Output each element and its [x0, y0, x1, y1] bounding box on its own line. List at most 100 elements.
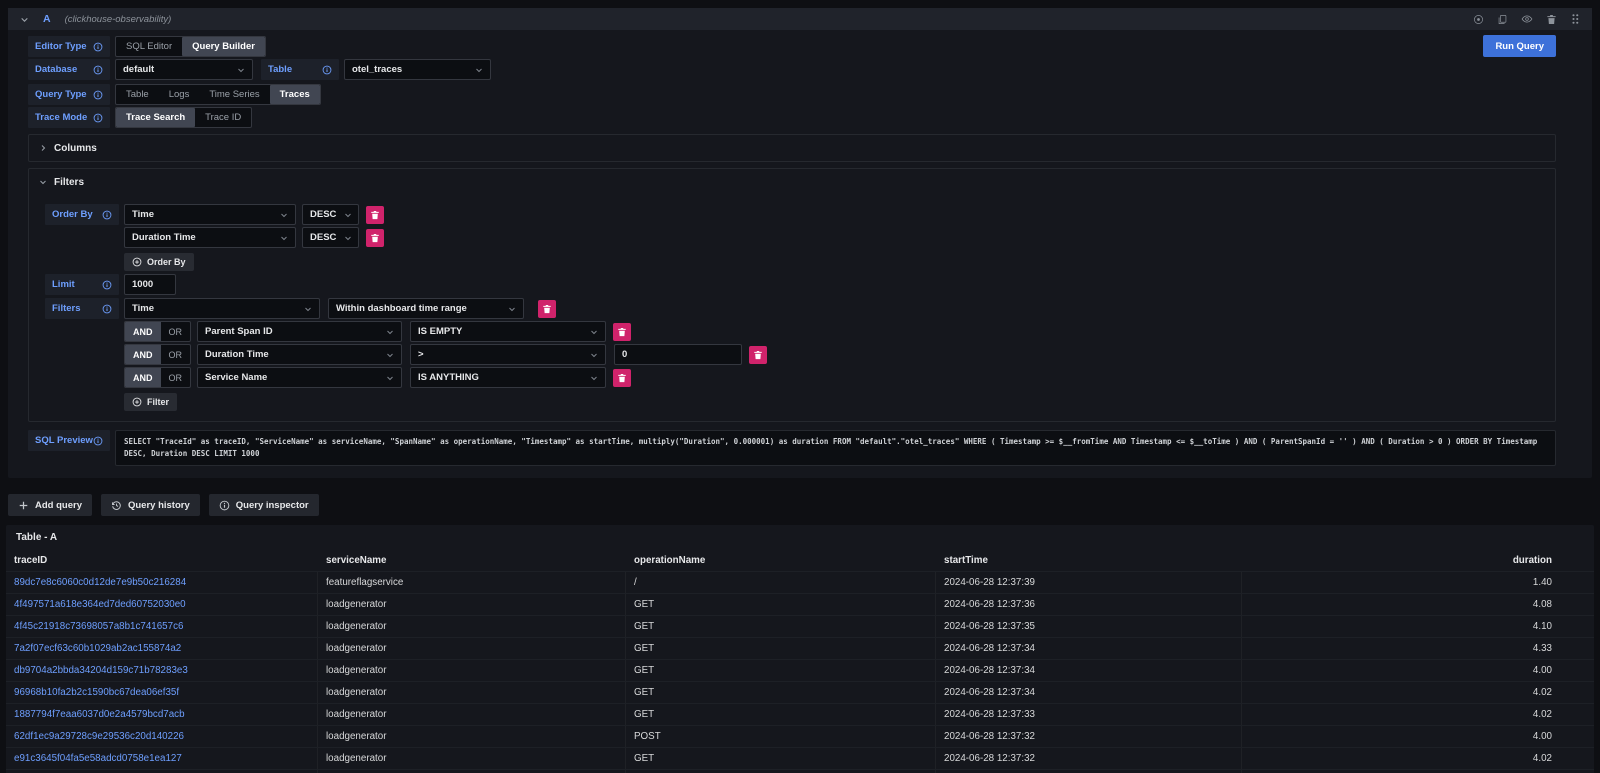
and-option[interactable]: AND: [125, 345, 161, 364]
filter-operator-select[interactable]: >: [410, 344, 606, 365]
duplicate-icon[interactable]: [1497, 14, 1508, 25]
trace-id-link[interactable]: db9704a2bbda34204d159c71b78283e3: [14, 665, 188, 676]
filter-field-select[interactable]: Service Name: [197, 367, 402, 388]
filters-section-header[interactable]: Filters: [39, 174, 1545, 190]
filter-field-select[interactable]: Parent Span ID: [197, 321, 402, 342]
trace-mode-option-id[interactable]: Trace ID: [195, 108, 251, 127]
filter-field-select[interactable]: Duration Time: [197, 344, 402, 365]
filter-condition-row: AND OR Service Name IS ANYTHING: [39, 367, 1545, 388]
order-by-label: Order By: [45, 204, 119, 225]
query-type-option-logs[interactable]: Logs: [159, 85, 200, 104]
or-option[interactable]: OR: [161, 322, 191, 341]
operation-name-cell: GET: [626, 748, 936, 769]
filter-operator-select[interactable]: Within dashboard time range: [328, 298, 524, 319]
query-type-option-timeseries[interactable]: Time Series: [199, 85, 269, 104]
trace-mode-option-search[interactable]: Trace Search: [116, 108, 195, 127]
filter-operator-select[interactable]: IS EMPTY: [410, 321, 606, 342]
filters-label: Filters: [45, 298, 119, 319]
or-option[interactable]: OR: [161, 345, 191, 364]
add-query-button[interactable]: Add query: [8, 494, 92, 516]
limit-input[interactable]: [124, 274, 176, 295]
chevron-down-icon: [386, 374, 394, 382]
trace-id-link[interactable]: 1887794f7eaa6037d0e2a4579bcd7acb: [14, 709, 185, 720]
column-header-traceid[interactable]: traceID: [6, 555, 318, 566]
order-by-direction-select[interactable]: DESC: [302, 227, 359, 248]
info-icon[interactable]: [102, 304, 112, 314]
trace-id-link[interactable]: e91c3645f04fa5e58adcd0758e1ea127: [14, 753, 182, 764]
remove-order-by-button[interactable]: [366, 206, 384, 224]
conjunction-toggle: AND OR: [124, 321, 191, 342]
and-option[interactable]: AND: [125, 322, 161, 341]
database-select[interactable]: default: [115, 59, 253, 80]
drag-handle-icon[interactable]: [1570, 13, 1580, 25]
filter-field-select[interactable]: Time: [124, 298, 320, 319]
chevron-down-icon: [304, 305, 312, 313]
service-name-cell: featureflagservice: [318, 572, 626, 593]
editor-type-option-builder[interactable]: Query Builder: [182, 37, 265, 56]
query-history-button[interactable]: Query history: [101, 494, 200, 516]
query-editor-card: A (clickhouse-observability): [8, 8, 1592, 478]
column-header-servicename[interactable]: serviceName: [318, 555, 626, 566]
trash-icon[interactable]: [1546, 14, 1557, 25]
operation-name-cell: POST: [626, 726, 936, 747]
column-header-operationname[interactable]: operationName: [626, 555, 936, 566]
query-type-option-traces[interactable]: Traces: [270, 85, 320, 104]
info-icon[interactable]: [93, 65, 103, 75]
column-header-starttime[interactable]: startTime: [936, 555, 1242, 566]
service-name-cell: loadgenerator: [318, 682, 626, 703]
and-option[interactable]: AND: [125, 368, 161, 387]
trace-id-link[interactable]: 7a2f07ecf63c60b1029ab2ac155874a2: [14, 643, 181, 654]
trace-mode-toggle: Trace Search Trace ID: [115, 107, 252, 128]
remove-filter-button[interactable]: [538, 300, 556, 318]
info-circle-icon: [219, 500, 230, 511]
order-by-direction-select[interactable]: DESC: [302, 204, 359, 225]
datasource-name: (clickhouse-observability): [65, 14, 172, 25]
or-option[interactable]: OR: [161, 368, 191, 387]
info-icon[interactable]: [93, 436, 103, 446]
table-select[interactable]: otel_traces: [344, 59, 491, 80]
query-inspector-button[interactable]: Query inspector: [209, 494, 319, 516]
table-panel: Table - A traceID serviceName operationN…: [6, 525, 1594, 773]
remove-filter-button[interactable]: [613, 323, 631, 341]
query-ref-id[interactable]: A: [43, 13, 51, 25]
info-icon[interactable]: [93, 90, 103, 100]
chevron-down-icon: [280, 211, 288, 219]
run-query-button[interactable]: Run Query: [1483, 35, 1556, 57]
eye-icon[interactable]: [1521, 13, 1533, 25]
columns-section-header[interactable]: Columns: [39, 140, 1545, 156]
order-by-field-select[interactable]: Time: [124, 204, 296, 225]
collapse-chevron-icon[interactable]: [20, 15, 29, 24]
service-name-cell: loadgenerator: [318, 704, 626, 725]
info-icon[interactable]: [102, 210, 112, 220]
sql-preview-code: SELECT "TraceId" as traceID, "ServiceNam…: [115, 430, 1556, 466]
filter-condition-row: AND OR Duration Time >: [39, 344, 1545, 365]
start-time-cell: 2024-06-28 12:37:34: [936, 638, 1242, 659]
filter-value-input[interactable]: [614, 344, 742, 365]
service-name-cell: loadgenerator: [318, 726, 626, 747]
record-icon[interactable]: [1473, 14, 1484, 25]
info-icon[interactable]: [93, 113, 103, 123]
trace-id-link[interactable]: 4f45c21918c73698057a8b1c741657c6: [14, 621, 183, 632]
remove-filter-button[interactable]: [613, 369, 631, 387]
remove-filter-button[interactable]: [749, 346, 767, 364]
add-order-by-button[interactable]: Order By: [124, 253, 194, 271]
trace-id-link[interactable]: 62df1ec9a29728c9e29536c20d140226: [14, 731, 184, 742]
editor-type-option-sql[interactable]: SQL Editor: [116, 37, 182, 56]
info-icon[interactable]: [93, 42, 103, 52]
editor-type-row: Editor Type SQL Editor Query Builder: [28, 36, 1556, 57]
column-header-duration[interactable]: duration: [1242, 555, 1594, 566]
query-type-option-table[interactable]: Table: [116, 85, 159, 104]
order-by-field-select[interactable]: Duration Time: [124, 227, 296, 248]
info-icon[interactable]: [102, 280, 112, 290]
filter-operator-select[interactable]: IS ANYTHING: [410, 367, 606, 388]
trace-id-link[interactable]: 96968b10fa2b2c1590bc67dea06ef35f: [14, 687, 179, 698]
service-name-cell: loadgenerator: [318, 594, 626, 615]
remove-order-by-button[interactable]: [366, 229, 384, 247]
history-icon: [111, 500, 122, 511]
add-filter-button[interactable]: Filter: [124, 393, 177, 411]
info-icon[interactable]: [322, 65, 332, 75]
trace-id-link[interactable]: 89dc7e8c6060c0d12de7e9b50c216284: [14, 577, 186, 588]
trace-id-link[interactable]: 4f497571a618e364ed7ded60752030e0: [14, 599, 186, 610]
panel-title[interactable]: Table - A: [6, 525, 1594, 550]
editor-type-label: Editor Type: [28, 36, 110, 57]
